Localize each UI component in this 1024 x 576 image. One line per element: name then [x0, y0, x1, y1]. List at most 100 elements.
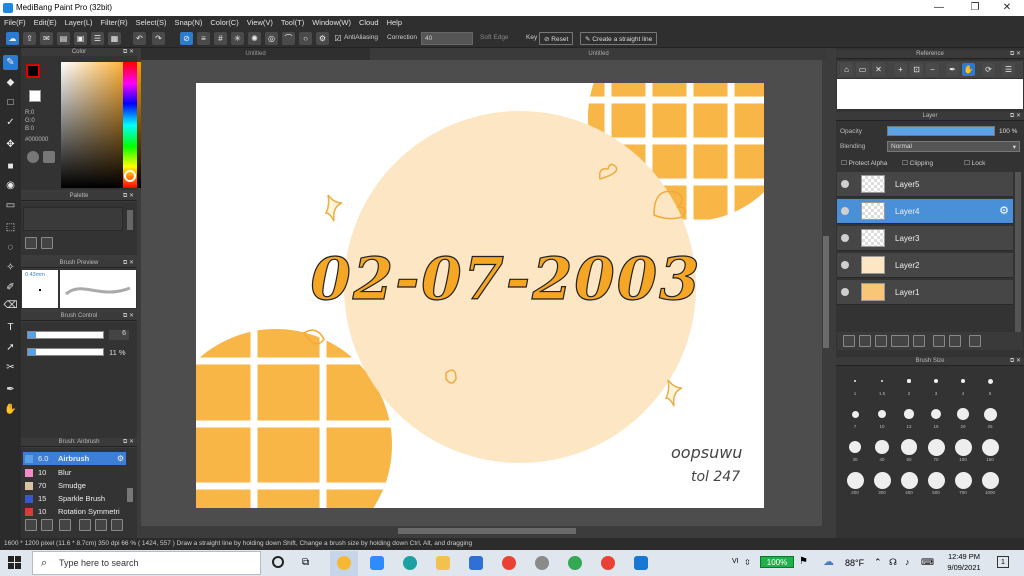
parallel-snap-icon[interactable]: ≡ — [197, 32, 210, 45]
lock-checkbox[interactable]: ☐ Lock — [964, 159, 985, 167]
input-method-indicator[interactable]: VI — [732, 558, 739, 565]
layer-scrollbar[interactable] — [1015, 172, 1021, 332]
close-icon[interactable]: ⧉ ✕ — [1010, 357, 1021, 366]
folder-icon[interactable]: ▭ — [856, 63, 869, 76]
settings-icon[interactable]: ☰ — [91, 32, 104, 45]
merge-down-icon[interactable] — [949, 335, 961, 347]
gear-icon[interactable]: ⚙ — [999, 204, 1009, 217]
brush-item[interactable]: 15 Sparkle Brush — [23, 492, 126, 505]
protect-alpha-checkbox[interactable]: ☐ Protect Alpha — [841, 159, 887, 167]
cross-snap-icon[interactable]: # — [214, 32, 227, 45]
zoom-out-icon[interactable]: − — [926, 63, 939, 76]
close-icon[interactable]: ⧉ ✕ — [123, 259, 134, 268]
clock[interactable]: 12:49 PM 9/09/2021 — [944, 552, 984, 572]
zalo-app-icon[interactable] — [469, 556, 483, 570]
brush-size-slider[interactable] — [27, 331, 104, 339]
add-layer-menu-icon[interactable] — [891, 335, 909, 347]
layer-row[interactable]: Layer1 — [837, 280, 1013, 305]
radial-snap-icon[interactable]: ✺ — [248, 32, 261, 45]
select-eraser-icon[interactable]: ⌫ — [3, 298, 18, 313]
brush-size-option[interactable]: 25 — [977, 403, 1003, 429]
notification-icon[interactable]: 1 — [997, 556, 1009, 568]
close-icon[interactable]: ⧉ ✕ — [1010, 50, 1021, 59]
gear-icon[interactable]: ⚙ — [117, 452, 124, 465]
brush-item[interactable]: 70 Smudge — [23, 479, 126, 492]
brush-item[interactable]: 10 Rotation Symmetri — [23, 505, 126, 516]
circle-snap-icon[interactable]: ◎ — [265, 32, 278, 45]
brush-size-option[interactable]: 400 — [896, 469, 922, 495]
eye-icon[interactable] — [841, 288, 849, 296]
brush-size-option[interactable]: 30 — [842, 436, 868, 462]
vertical-scrollbar[interactable] — [822, 60, 830, 526]
chrome-profile-icon-4[interactable] — [601, 556, 615, 570]
undo-icon[interactable]: ↶ — [133, 32, 146, 45]
horizontal-scroll-thumb[interactable] — [398, 528, 576, 534]
brush-size-option[interactable]: 7 — [842, 403, 868, 429]
close-icon[interactable]: ⧉ ✕ — [123, 438, 134, 447]
brush-size-option[interactable]: 150 — [977, 436, 1003, 462]
photos-app-icon[interactable] — [634, 556, 648, 570]
minimize-button[interactable]: — — [922, 1, 956, 15]
comment-icon[interactable]: ✉ — [40, 32, 53, 45]
create-straight-line-button[interactable]: ✎ Create a straight line — [580, 32, 658, 45]
fit-icon[interactable]: ⊡ — [910, 63, 923, 76]
palette-scrollbar[interactable] — [127, 210, 133, 230]
chrome-profile-icon[interactable] — [502, 556, 516, 570]
foreground-color-swatch[interactable] — [26, 64, 40, 78]
brush-size-option[interactable]: 15 — [923, 403, 949, 429]
select-pen-icon[interactable]: ✐ — [3, 280, 18, 295]
flag-icon[interactable]: ⚑ — [799, 556, 808, 567]
layer-opacity-slider[interactable] — [887, 126, 995, 136]
antialiasing-checkbox[interactable]: ☑ — [334, 32, 342, 45]
brush-size-option[interactable]: 10 — [869, 403, 895, 429]
eyedropper-icon[interactable]: ✒ — [946, 63, 959, 76]
zoom-in-icon[interactable]: + — [894, 63, 907, 76]
menu-edit[interactable]: Edit(E) — [30, 16, 61, 27]
reset-button[interactable]: ⊘ Reset — [539, 32, 574, 45]
snap-settings-icon[interactable]: ⚙ — [316, 32, 329, 45]
menu-help[interactable]: Help — [383, 16, 406, 27]
eye-icon[interactable] — [841, 207, 849, 215]
rotate-icon[interactable]: ⟳ — [982, 63, 995, 76]
layer-row[interactable]: Layer3 — [837, 226, 1013, 251]
palette-area[interactable] — [23, 207, 123, 231]
new-8bit-layer-icon[interactable] — [875, 335, 887, 347]
brush-folder-open-icon[interactable] — [95, 519, 107, 531]
hue-handle[interactable] — [124, 170, 136, 182]
pen-tool-icon[interactable]: ✓ — [3, 115, 18, 130]
menu-cloud[interactable]: Cloud — [355, 16, 383, 27]
brush-tool-icon[interactable]: ✎ — [3, 55, 18, 70]
taskbar-search-input[interactable]: ⌕ Type here to search — [32, 551, 261, 575]
layer-row[interactable]: Layer2 — [837, 253, 1013, 278]
brush-size-option[interactable]: 3 — [923, 370, 949, 396]
brush-size-option[interactable]: 4 — [950, 370, 976, 396]
brush-opacity-slider[interactable] — [27, 348, 104, 356]
menu-color[interactable]: Color(C) — [206, 16, 242, 27]
operation-tool-icon[interactable]: ➚ — [3, 340, 18, 355]
menu-file[interactable]: File(F) — [0, 16, 30, 27]
brush-size-option[interactable]: 1.5 — [869, 370, 895, 396]
eye-icon[interactable] — [841, 180, 849, 188]
menu-filter[interactable]: Filter(R) — [97, 16, 132, 27]
battery-indicator[interactable]: 100% — [760, 556, 794, 568]
close-icon[interactable]: ⧉ ✕ — [123, 192, 134, 201]
hand-icon[interactable]: ✋ — [962, 63, 975, 76]
brush-item[interactable]: 10 Blur — [23, 466, 126, 479]
brush-size-option[interactable]: 5 — [977, 370, 1003, 396]
lasso-tool-icon[interactable]: ◌ — [3, 240, 18, 255]
windows-start-icon[interactable] — [8, 556, 22, 570]
curve-snap-icon[interactable]: ⌒ — [282, 32, 295, 45]
chrome-profile-icon-3[interactable] — [568, 556, 582, 570]
brush-import-icon[interactable] — [79, 519, 91, 531]
divide-tool-icon[interactable]: ✂ — [3, 360, 18, 375]
file-explorer-icon[interactable] — [436, 556, 450, 570]
doc-tab-1[interactable]: Untitled — [141, 48, 370, 60]
new-file-icon[interactable]: ▣ — [74, 32, 87, 45]
hex-value[interactable]: #000000 — [25, 136, 48, 144]
snap-off-icon[interactable]: ⊘ — [180, 32, 193, 45]
eye-icon[interactable] — [841, 234, 849, 242]
eye-icon[interactable] — [841, 261, 849, 269]
color-mode-icon[interactable] — [43, 151, 55, 163]
eyedropper-icon[interactable]: ✒ — [3, 382, 18, 397]
bucket-tool-icon[interactable]: ◉ — [3, 178, 18, 193]
